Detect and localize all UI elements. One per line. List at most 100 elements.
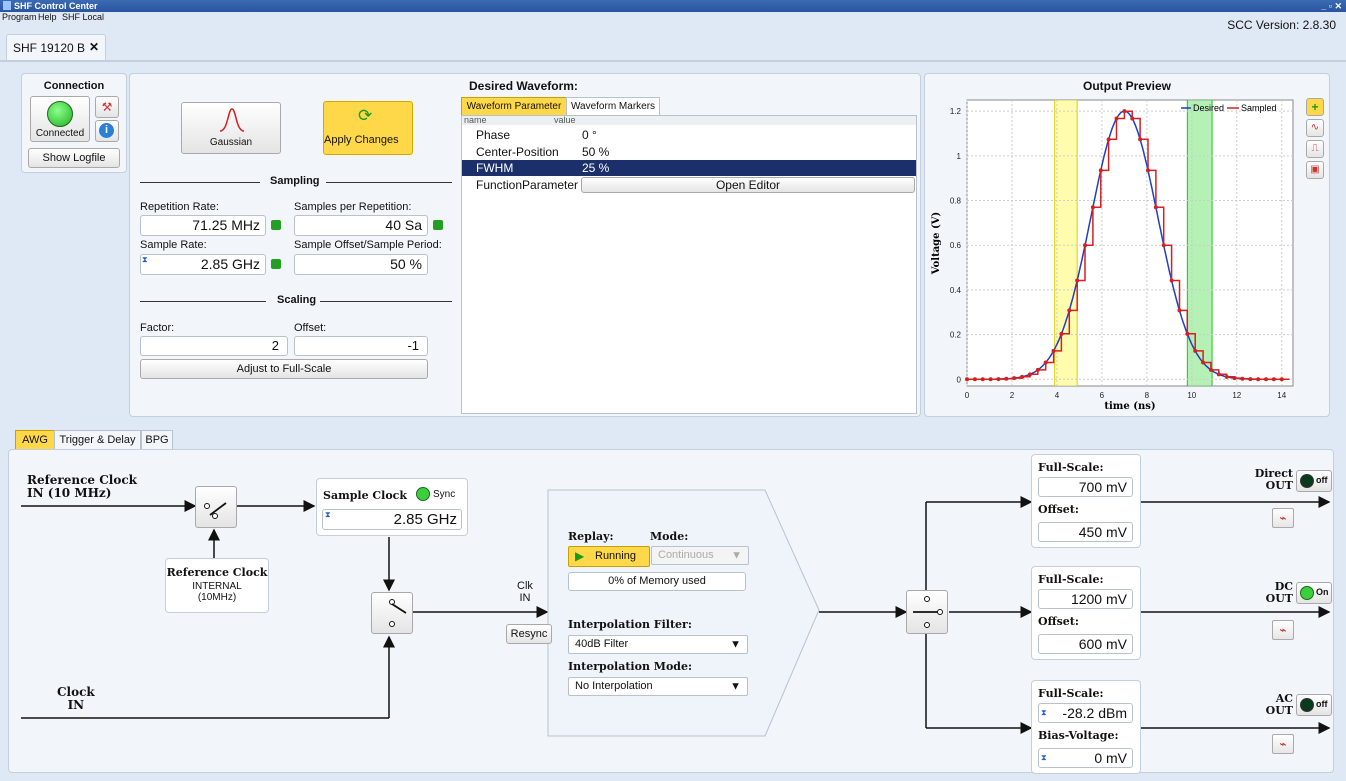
chevron-down-icon: ▼ [730, 638, 741, 650]
device-tab[interactable]: SHF 19120 B ✕ [6, 34, 106, 61]
unplug-icon[interactable]: ⌁ [1272, 620, 1294, 640]
y-tick-label: 1 [957, 152, 962, 161]
spin-icon[interactable]: ⧗ [142, 255, 148, 265]
zoom-in-icon[interactable]: + [1306, 98, 1324, 116]
connection-status: Connected [35, 128, 85, 139]
divider [140, 182, 260, 183]
menu-help[interactable]: Help [38, 12, 57, 22]
clock-switch[interactable] [371, 592, 413, 634]
sample-point [1177, 308, 1182, 313]
chevron-down-icon: ▼ [730, 680, 741, 692]
menu-program[interactable]: Program [2, 12, 37, 22]
sample-point [1256, 377, 1261, 382]
mode-label: Mode: [650, 530, 689, 543]
running-button[interactable]: ▶ Running [568, 546, 650, 567]
sample-offset-field[interactable]: 50 % [294, 254, 428, 275]
sample-point [1035, 367, 1040, 372]
dc-out-box: Full-Scale: 1200 mV Offset: 600 mV [1031, 566, 1141, 660]
save-icon[interactable]: ▣ [1306, 161, 1324, 179]
unplug-icon[interactable]: ⌁ [1272, 508, 1294, 528]
ref-clock-in-label: Reference Clock IN (10 MHz) [27, 473, 137, 500]
full-scale-field[interactable]: -28.2 dBm [1038, 703, 1133, 723]
bias-voltage-field[interactable]: 0 mV [1038, 748, 1133, 768]
row-name: FWHM [476, 161, 514, 175]
close-icon[interactable]: ✕ [89, 40, 99, 54]
x-tick-label: 2 [1010, 391, 1015, 400]
gaussian-button[interactable]: Gaussian [181, 102, 281, 154]
resync-button[interactable]: Resync [506, 624, 552, 644]
unplug-icon[interactable]: ⌁ [1272, 734, 1294, 754]
open-editor-button[interactable]: Open Editor [581, 177, 915, 193]
tab-awg[interactable]: AWG [15, 430, 55, 450]
sample-point [1012, 376, 1017, 381]
spin-icon[interactable]: ⧗ [1041, 708, 1047, 718]
sample-point [1185, 331, 1190, 336]
lock-open-icon[interactable] [271, 220, 281, 230]
y-tick-label: 0.4 [950, 286, 962, 295]
spin-icon[interactable]: ⧗ [325, 510, 331, 520]
adjust-full-scale-button[interactable]: Adjust to Full-Scale [140, 359, 428, 379]
ac-out-toggle[interactable]: off [1296, 694, 1332, 716]
dc-out-toggle[interactable]: On [1296, 582, 1332, 604]
direct-out-toggle[interactable]: off [1296, 470, 1332, 492]
spin-icon[interactable]: ⧗ [1041, 753, 1047, 763]
table-row[interactable]: Center-Position 50 % [462, 143, 916, 160]
window-title: SHF Control Center [14, 1, 98, 11]
connect-button[interactable]: Connected [30, 96, 90, 142]
show-logfile-button[interactable]: Show Logfile [28, 148, 120, 168]
sample-point [1114, 116, 1119, 121]
samples-field[interactable]: 40 Sa [294, 215, 428, 236]
full-scale-field[interactable]: 700 mV [1038, 477, 1133, 497]
table-row-selected[interactable]: FWHM 25 % [462, 160, 916, 176]
toggle-state: off [1316, 699, 1328, 709]
chart-title: Output Preview [1082, 79, 1171, 93]
tab-trigger-delay[interactable]: Trigger & Delay [54, 430, 141, 450]
table-row[interactable]: Phase 0 ° [462, 126, 916, 143]
desired-waveform-title: Desired Waveform: [469, 79, 578, 93]
sample-point [1193, 348, 1198, 353]
signal-icon[interactable]: ⎍ [1306, 140, 1324, 158]
offset-field[interactable]: -1 [294, 336, 428, 356]
factor-field[interactable]: 2 [140, 336, 288, 356]
offset-field[interactable]: 600 mV [1038, 634, 1133, 654]
gaussian-label: Gaussian [209, 137, 253, 148]
full-scale-field[interactable]: 1200 mV [1038, 589, 1133, 609]
sample-rate-field[interactable]: 2.85 GHz [140, 254, 266, 275]
toggle-state: On [1316, 587, 1329, 597]
lock-open-icon[interactable] [271, 259, 281, 269]
output-switch[interactable] [906, 590, 948, 634]
zoom-fit-icon[interactable]: ∿ [1306, 119, 1324, 137]
interp-filter-select[interactable]: 40dB Filter ▼ [568, 635, 748, 654]
ref-internal-sub: INTERNAL (10MHz) [192, 581, 242, 603]
table-header: name value [462, 116, 916, 125]
x-tick-label: 0 [965, 391, 970, 400]
sample-clock-field[interactable]: 2.85 GHz [322, 509, 462, 530]
col-value: value [554, 115, 576, 125]
ref-internal-title: Reference Clock [166, 566, 268, 579]
col-name: name [464, 115, 487, 125]
tab-waveform-markers[interactable]: Waveform Markers [566, 97, 660, 117]
sample-point [1224, 374, 1229, 379]
row-value: 25 % [582, 161, 610, 175]
tab-bpg[interactable]: BPG [141, 430, 173, 450]
menu-shf-local[interactable]: SHF Local [62, 12, 104, 22]
rep-rate-field[interactable]: 71.25 MHz [140, 215, 266, 236]
lock-open-icon[interactable] [433, 220, 443, 230]
offset-label: Offset: [1038, 503, 1079, 516]
offset-field[interactable]: 450 mV [1038, 522, 1133, 542]
sample-point [1169, 278, 1174, 283]
apply-changes-button[interactable]: ⟳ Apply Changes [323, 101, 413, 155]
tools-icon[interactable]: ⚒ [95, 96, 119, 118]
x-tick-label: 14 [1277, 391, 1286, 400]
full-scale-label: Full-Scale: [1038, 687, 1104, 700]
mode-select[interactable]: Continuous ▼ [651, 546, 749, 565]
window-controls[interactable]: _ ▫ ✕ [1321, 0, 1342, 12]
offset-label: Offset: [294, 322, 327, 334]
tab-waveform-parameter[interactable]: Waveform Parameter [461, 97, 567, 117]
sample-point [1138, 137, 1143, 142]
reference-switch[interactable] [195, 486, 237, 528]
memory-usage: 0% of Memory used [568, 572, 746, 591]
sample-point [1248, 377, 1253, 382]
interp-mode-select[interactable]: No Interpolation ▼ [568, 677, 748, 696]
info-icon[interactable]: i [95, 120, 119, 142]
